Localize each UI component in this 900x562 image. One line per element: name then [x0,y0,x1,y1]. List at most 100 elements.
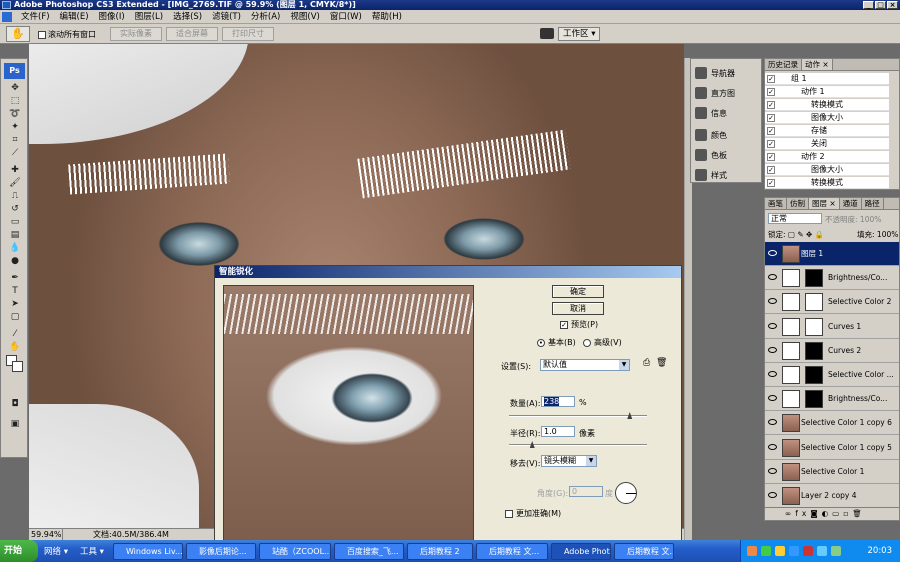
tab-paths[interactable]: 路径 [862,198,884,209]
minimize-button[interactable]: _ [863,1,874,9]
ok-button[interactable]: 确定 [552,285,604,298]
shape-tool-icon[interactable]: ▢ [7,312,23,323]
lasso-tool-icon[interactable]: ➰ [7,109,23,120]
marquee-tool-icon[interactable]: ⬚ [7,96,23,107]
angle-dial[interactable] [615,482,637,504]
layer-row[interactable]: Selective Color 1 [765,459,899,484]
camera-icon[interactable] [540,28,554,39]
action-row[interactable]: ✓ 动作 2 [765,151,889,163]
eye-icon[interactable] [768,322,777,329]
opacity-value[interactable]: 100% [860,215,881,224]
save-settings-icon[interactable]: ⎙ [643,358,650,368]
tray-app-icon[interactable] [803,546,813,556]
layer-mask-thumbnail[interactable] [805,293,823,312]
amount-input[interactable]: 238 [541,396,575,407]
layer-mask-thumbnail[interactable] [805,269,823,288]
layer-row[interactable]: 图层 1 [765,242,899,266]
eye-icon[interactable] [768,371,777,377]
taskbar-task[interactable]: 百度搜索_飞... [333,542,404,560]
action-toggle-check-icon[interactable]: ✓ [767,179,775,187]
action-row[interactable]: ✓ 图像大小 [765,164,889,176]
dodge-tool-icon[interactable]: ● [7,256,23,267]
action-toggle-check-icon[interactable]: ✓ [767,75,775,83]
tab-history[interactable]: 历史记录 [765,59,802,70]
quick-network[interactable]: 网络 ▾ [38,545,74,557]
menu-edit[interactable]: 编辑(E) [55,10,94,24]
menu-file[interactable]: 文件(F) [16,10,55,24]
dock-styles[interactable]: 样式 [691,165,763,185]
move-tool-icon[interactable]: ✥ [7,83,23,94]
taskbar-task[interactable]: 后期教程 文... [475,542,548,560]
radius-slider[interactable] [509,441,647,448]
tray-app-icon[interactable] [747,546,757,556]
history-brush-icon[interactable]: ↺ [7,204,23,215]
amount-slider[interactable] [509,412,647,419]
eye-icon[interactable] [768,395,777,402]
action-toggle-check-icon[interactable]: ✓ [767,101,775,109]
eye-icon[interactable] [768,298,777,305]
preview-checkbox[interactable]: ✓ 预览(P) [560,319,598,330]
checkbox-box[interactable] [38,30,46,39]
add-mask-icon[interactable]: ◙ [810,509,821,518]
workspace-menu[interactable]: 工作区 ▾ [558,27,601,41]
sharpen-preview[interactable] [223,285,474,543]
radius-input[interactable]: 1.0 [541,426,575,437]
menu-select[interactable]: 选择(S) [168,10,207,24]
eye-icon[interactable] [768,467,777,474]
new-group-icon[interactable]: ▭ [832,509,843,518]
layer-mask-thumbnail[interactable] [805,390,823,409]
taskbar-task[interactable]: Adobe Photo... [550,542,611,560]
angle-input[interactable]: 0 [569,486,603,497]
crop-tool-icon[interactable]: ⌗ [7,135,23,146]
screen-mode-icon[interactable]: ▣ [7,419,23,430]
clone-stamp-icon[interactable]: ⎍ [7,191,23,202]
new-layer-icon[interactable]: ▫ [843,509,852,518]
hand-tool-preset-picker[interactable]: ✋ [6,26,30,42]
action-toggle-check-icon[interactable]: ✓ [767,153,775,161]
radio-selected-icon[interactable]: • [537,338,545,347]
menu-layer[interactable]: 图层(L) [130,10,168,24]
layer-row[interactable]: Brightness/Co... [765,266,899,291]
eye-icon[interactable] [768,274,777,281]
menu-help[interactable]: 帮助(H) [367,10,407,24]
amount-slider-knob[interactable] [627,412,633,419]
fit-screen-button[interactable]: 适合屏幕 [166,27,218,41]
preview-check-icon[interactable]: ✓ [560,320,568,329]
gradient-tool-icon[interactable]: ▤ [7,230,23,241]
action-row[interactable]: ✓ 转换模式 [765,99,889,111]
fill-value[interactable]: 100% [877,230,898,239]
print-size-button[interactable]: 打印尺寸 [222,27,274,41]
chevron-down-icon[interactable]: ▼ [619,360,629,370]
menu-image[interactable]: 图像(I) [94,10,130,24]
action-row[interactable]: ✓ 组 1 [765,73,889,85]
action-toggle-check-icon[interactable]: ✓ [767,140,775,148]
dialog-title[interactable]: 智能锐化 [215,266,681,278]
ps-menu-icon[interactable] [2,11,12,22]
scroll-all-windows-checkbox[interactable]: 滚动所有窗口 [38,29,96,40]
taskbar-task[interactable]: 后期教程 文... [613,542,674,560]
action-toggle-check-icon[interactable]: ✓ [767,127,775,135]
dock-info[interactable]: 信息 [691,103,763,123]
doc-info[interactable]: 文档:40.5M/386.4M [93,529,169,540]
taskbar-task[interactable]: 站酷（ZCOOL... [258,542,331,560]
tab-actions[interactable]: 动作 × [802,59,833,70]
pen-tool-icon[interactable]: ✒ [7,273,23,284]
tray-app-icon[interactable] [789,546,799,556]
opacity-control[interactable]: 不透明度: 100% [825,214,881,225]
tray-app-icon[interactable] [775,546,785,556]
radio-empty-icon[interactable] [583,338,591,347]
eye-icon[interactable] [768,250,777,256]
advanced-radio[interactable]: 高级(V) [583,337,622,348]
quick-tools[interactable]: 工具 ▾ [74,545,110,557]
start-button[interactable]: 开始 [0,540,38,562]
menu-analysis[interactable]: 分析(A) [246,10,285,24]
dock-histogram[interactable]: 直方图 [691,83,763,103]
basic-radio[interactable]: • 基本(B) [537,337,576,348]
magic-wand-tool-icon[interactable]: ✦ [7,122,23,133]
tray-app-icon[interactable] [831,546,841,556]
layer-row[interactable]: Selective Color 2 [765,290,899,315]
maximize-button[interactable]: □ [875,1,886,9]
dock-swatches[interactable]: 色板 [691,145,763,165]
action-toggle-check-icon[interactable]: ✓ [767,88,775,96]
actual-pixels-button[interactable]: 实际像素 [110,27,162,41]
